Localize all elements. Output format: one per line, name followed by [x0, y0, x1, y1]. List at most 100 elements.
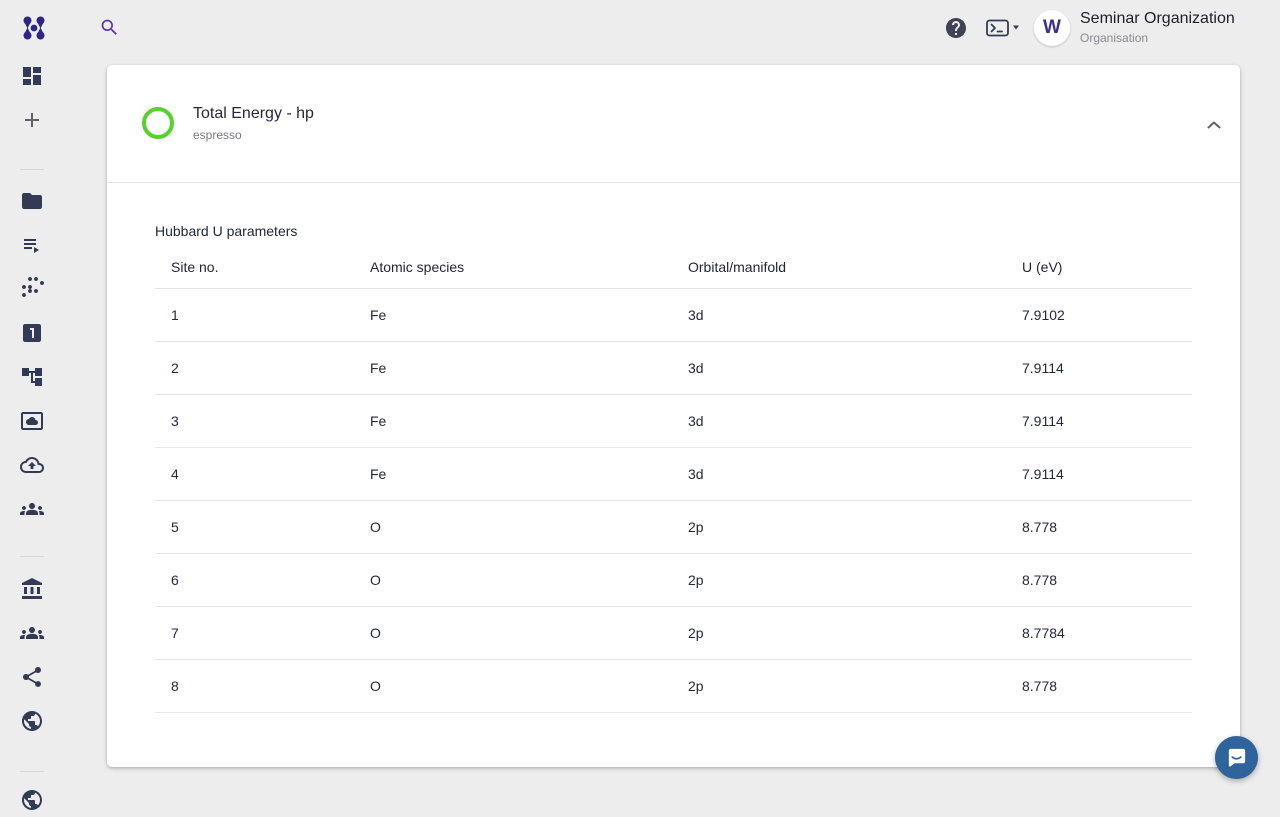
sidebar-item-explore[interactable]	[20, 709, 44, 733]
search-icon	[99, 17, 120, 38]
table-row: 1Fe3d7.9102	[155, 289, 1192, 342]
table-cell: Fe	[354, 307, 672, 323]
table-cell: 7.9114	[1006, 466, 1192, 482]
globe-icon	[20, 709, 44, 733]
chevron-down-icon	[1013, 26, 1019, 30]
column-header: Site no.	[155, 259, 354, 275]
table-cell: 2	[155, 360, 354, 376]
sidebar	[0, 56, 64, 800]
sidebar-item-cloud-jobs[interactable]	[20, 409, 44, 433]
table-row: 4Fe3d7.9114	[155, 448, 1192, 501]
table-cell: 2p	[672, 625, 1006, 641]
help-icon	[944, 16, 968, 40]
sidebar-item-public[interactable]	[20, 788, 44, 812]
share-icon	[20, 665, 44, 689]
table-row: 2Fe3d7.9114	[155, 342, 1192, 395]
column-header: Orbital/manifold	[672, 259, 1006, 275]
table-cell: 6	[155, 572, 354, 588]
playlist-play-icon	[20, 233, 44, 257]
table-body: 1Fe3d7.91022Fe3d7.91143Fe3d7.91144Fe3d7.…	[155, 289, 1192, 713]
table-cell: Fe	[354, 413, 672, 429]
card-header[interactable]: Total Energy - hp espresso	[107, 65, 1240, 182]
collapse-button[interactable]	[1202, 113, 1226, 137]
table-row: 5O2p8.778	[155, 501, 1192, 554]
table-row: 3Fe3d7.9114	[155, 395, 1192, 448]
table-header-row: Site no. Atomic species Orbital/manifold…	[155, 245, 1192, 289]
table-cell: Fe	[354, 360, 672, 376]
cloud-upload-icon	[20, 453, 44, 477]
bank-icon	[20, 577, 44, 601]
table-cell: O	[354, 625, 672, 641]
terminal-menu-button[interactable]	[986, 18, 1024, 38]
table-cell: 3	[155, 413, 354, 429]
brand-logo-icon	[17, 11, 51, 45]
table-cell: 2p	[672, 678, 1006, 694]
table-cell: 3d	[672, 413, 1006, 429]
organization-subtitle: Organisation	[1080, 31, 1235, 46]
cloud-box-icon	[20, 409, 44, 433]
sidebar-item-members[interactable]	[20, 621, 44, 645]
sidebar-item-dashboard[interactable]	[20, 64, 44, 88]
chat-launcher-button[interactable]	[1215, 736, 1258, 779]
sidebar-item-folder[interactable]	[20, 189, 44, 213]
table-cell: 3d	[672, 466, 1006, 482]
help-button[interactable]	[944, 16, 968, 40]
table-cell: 7.9114	[1006, 360, 1192, 376]
sidebar-item-calculations[interactable]	[20, 321, 44, 345]
table-cell: 7.9102	[1006, 307, 1192, 323]
table-cell: 4	[155, 466, 354, 482]
card-subtitle: espresso	[193, 127, 242, 143]
process-card: Total Energy - hp espresso Hubbard U par…	[107, 65, 1240, 767]
search-button[interactable]	[99, 17, 123, 41]
table-cell: 8.778	[1006, 519, 1192, 535]
globe-icon	[20, 788, 44, 812]
hubbard-table: Site no. Atomic species Orbital/manifold…	[155, 245, 1192, 713]
sidebar-item-job-list[interactable]	[20, 233, 44, 257]
topbar: W Seminar Organization Organisation	[0, 0, 1280, 56]
table-cell: 2p	[672, 572, 1006, 588]
chevron-up-icon	[1202, 113, 1226, 137]
sidebar-item-add[interactable]	[20, 108, 44, 132]
sidebar-item-upload[interactable]	[20, 453, 44, 477]
people-icon	[20, 621, 44, 645]
table-cell: O	[354, 572, 672, 588]
groups-icon	[20, 497, 44, 521]
table-cell: O	[354, 519, 672, 535]
sidebar-item-share[interactable]	[20, 665, 44, 689]
table-row: 7O2p8.7784	[155, 607, 1192, 660]
table-cell: 8	[155, 678, 354, 694]
dashboard-icon	[20, 64, 44, 88]
app-logo[interactable]	[17, 11, 51, 45]
table-cell: 5	[155, 519, 354, 535]
card-title: Total Energy - hp	[193, 103, 314, 125]
table-row: 6O2p8.778	[155, 554, 1192, 607]
table-cell: 1	[155, 307, 354, 323]
sidebar-divider	[20, 169, 44, 170]
sidebar-item-organizations[interactable]	[20, 577, 44, 601]
chat-bubble-icon	[1225, 746, 1248, 769]
section-title: Hubbard U parameters	[155, 223, 297, 239]
column-header: Atomic species	[354, 259, 672, 275]
table-cell: 8.7784	[1006, 625, 1192, 641]
account-tree-icon	[20, 365, 44, 389]
sidebar-divider	[20, 771, 44, 772]
table-cell: 8.778	[1006, 678, 1192, 694]
plus-icon	[20, 108, 44, 132]
column-header: U (eV)	[1006, 259, 1192, 275]
table-cell: 7	[155, 625, 354, 641]
avatar[interactable]: W	[1034, 10, 1070, 46]
sidebar-item-groups[interactable]	[20, 497, 44, 521]
table-cell: Fe	[354, 466, 672, 482]
table-cell: O	[354, 678, 672, 694]
table-cell: 2p	[672, 519, 1006, 535]
organization-menu[interactable]: Seminar Organization Organisation	[1080, 8, 1235, 46]
folder-icon	[20, 189, 44, 213]
table-cell: 3d	[672, 360, 1006, 376]
status-ring-icon	[142, 107, 174, 139]
organization-name: Seminar Organization	[1080, 8, 1235, 29]
sidebar-item-workflows[interactable]	[20, 365, 44, 389]
grain-icon	[20, 277, 44, 301]
terminal-icon	[986, 18, 1024, 38]
card-header-divider	[107, 182, 1240, 183]
sidebar-item-structures[interactable]	[20, 277, 44, 301]
